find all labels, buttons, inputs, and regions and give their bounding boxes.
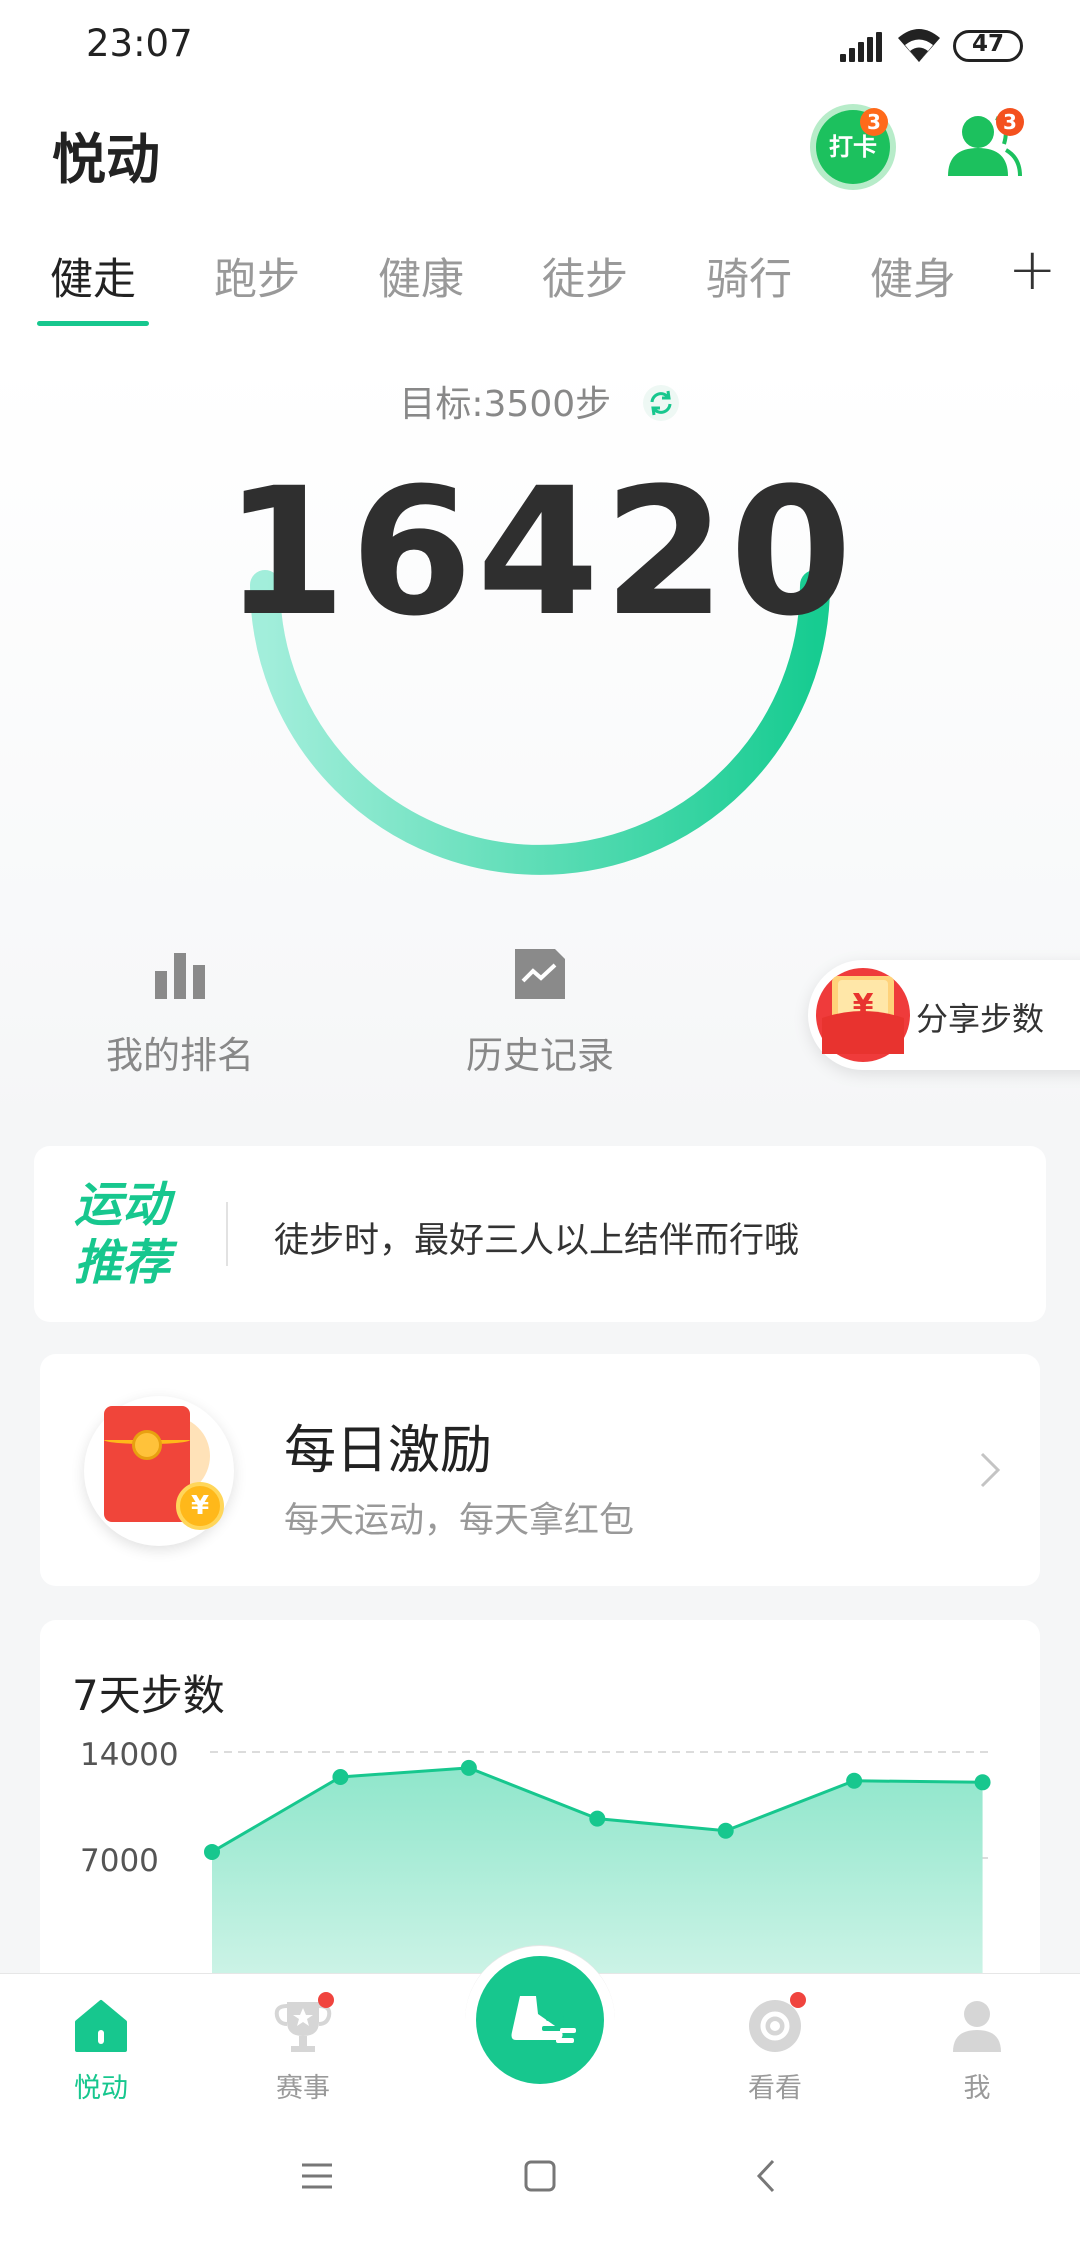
home-icon [75,2000,127,2052]
chart-point [460,1759,477,1776]
screen: 23:07 47 悦动 打卡 3 3 健走 跑步 健康 徒步 骑行 健身 + 目… [0,0,1080,2244]
nav-watch-label: 看看 [748,2073,802,2104]
refresh-icon[interactable] [641,383,681,423]
back-icon[interactable] [742,2151,792,2201]
chevron-right-icon [980,1452,1001,1488]
reward-icon: ¥ [84,1396,234,1546]
menu-icon[interactable] [292,2151,342,2201]
friends-badge: 3 [996,108,1024,136]
divider [226,1202,228,1266]
reward-title: 每日激励 [284,1421,493,1481]
share-currency: ¥ [852,988,874,1023]
y-tick-label: 14000 [80,1737,179,1773]
nav-me[interactable]: 我 [907,1974,1047,2114]
recommend-logo: 运动 推荐 [74,1176,170,1292]
nav-events-label: 赛事 [276,2073,330,2104]
recommend-text: 徒步时，最好三人以上结伴而行哦 [274,1221,800,1261]
app-title: 悦动 [52,128,160,191]
share-label: 分享步数 [916,1000,1045,1038]
daily-reward-card[interactable]: ¥ 每日激励 每天运动，每天拿红包 [40,1354,1040,1586]
home-square-icon[interactable] [515,2151,565,2201]
add-tab-button[interactable]: + [1008,235,1057,303]
steps-count: 16420 [223,450,857,655]
tab-cycle[interactable]: 骑行 [706,245,792,307]
tab-health[interactable]: 健康 [378,245,464,307]
nav-me-label: 我 [963,2073,991,2104]
status-bar: 23:07 47 [0,0,1080,95]
history-button[interactable]: 历史记录 [420,945,660,1079]
nav-watch-dot [790,1992,806,2008]
signal-icon [840,32,884,62]
tab-walk[interactable]: 健走 [50,245,136,307]
chart-point [589,1810,606,1827]
nav-events-dot [318,1992,334,2008]
wifi-icon [898,29,940,62]
y-tick-label: 7000 [80,1843,159,1879]
status-icons: 47 [840,26,1080,68]
shoe-icon [511,1996,576,2043]
history-label: 历史记录 [466,1034,614,1077]
goal-text: 目标:3500步 [399,384,612,425]
goal-row: 目标:3500步 [0,375,1080,427]
system-nav-bar [0,2113,1080,2244]
recommend-logo-line2: 推荐 [74,1235,171,1291]
status-time: 23:07 [86,22,193,65]
chart-point [974,1774,991,1791]
start-workout-button[interactable] [476,1956,604,2084]
battery-icon: 47 [953,30,1023,62]
history-chart-icon [515,949,565,999]
tab-fitness[interactable]: 健身 [870,245,956,307]
bar-chart-icon [155,953,205,999]
sport-tabs: 健走 跑步 健康 徒步 骑行 健身 + [0,235,1080,335]
nav-watch[interactable]: 看看 [705,1974,845,2114]
recommend-logo-line1: 运动 [74,1177,171,1233]
share-steps-button[interactable]: ¥ 分享步数 [808,960,1080,1070]
chart-point [846,1772,863,1789]
tab-run[interactable]: 跑步 [214,245,300,307]
ranking-label: 我的排名 [106,1034,254,1077]
nav-home-label: 悦动 [74,2073,128,2104]
chart-point [204,1843,220,1860]
checkin-badge: 3 [860,108,888,136]
ranking-button[interactable]: 我的排名 [60,945,300,1079]
coin-icon: ¥ [176,1482,224,1530]
battery-level: 47 [971,31,1004,57]
red-envelope-icon: ¥ [816,968,910,1062]
profile-icon [953,2001,1001,2052]
tab-hike[interactable]: 徒步 [542,245,628,307]
nav-events[interactable]: 赛事 [233,1974,373,2114]
tab-indicator [37,321,149,326]
nav-home[interactable]: 悦动 [31,1974,171,2114]
recommend-card[interactable]: 运动 推荐 徒步时，最好三人以上结伴而行哦 [34,1146,1046,1322]
chart-point [717,1822,734,1839]
reward-subtitle: 每天运动，每天拿红包 [284,1501,635,1541]
chart-point [332,1768,349,1785]
